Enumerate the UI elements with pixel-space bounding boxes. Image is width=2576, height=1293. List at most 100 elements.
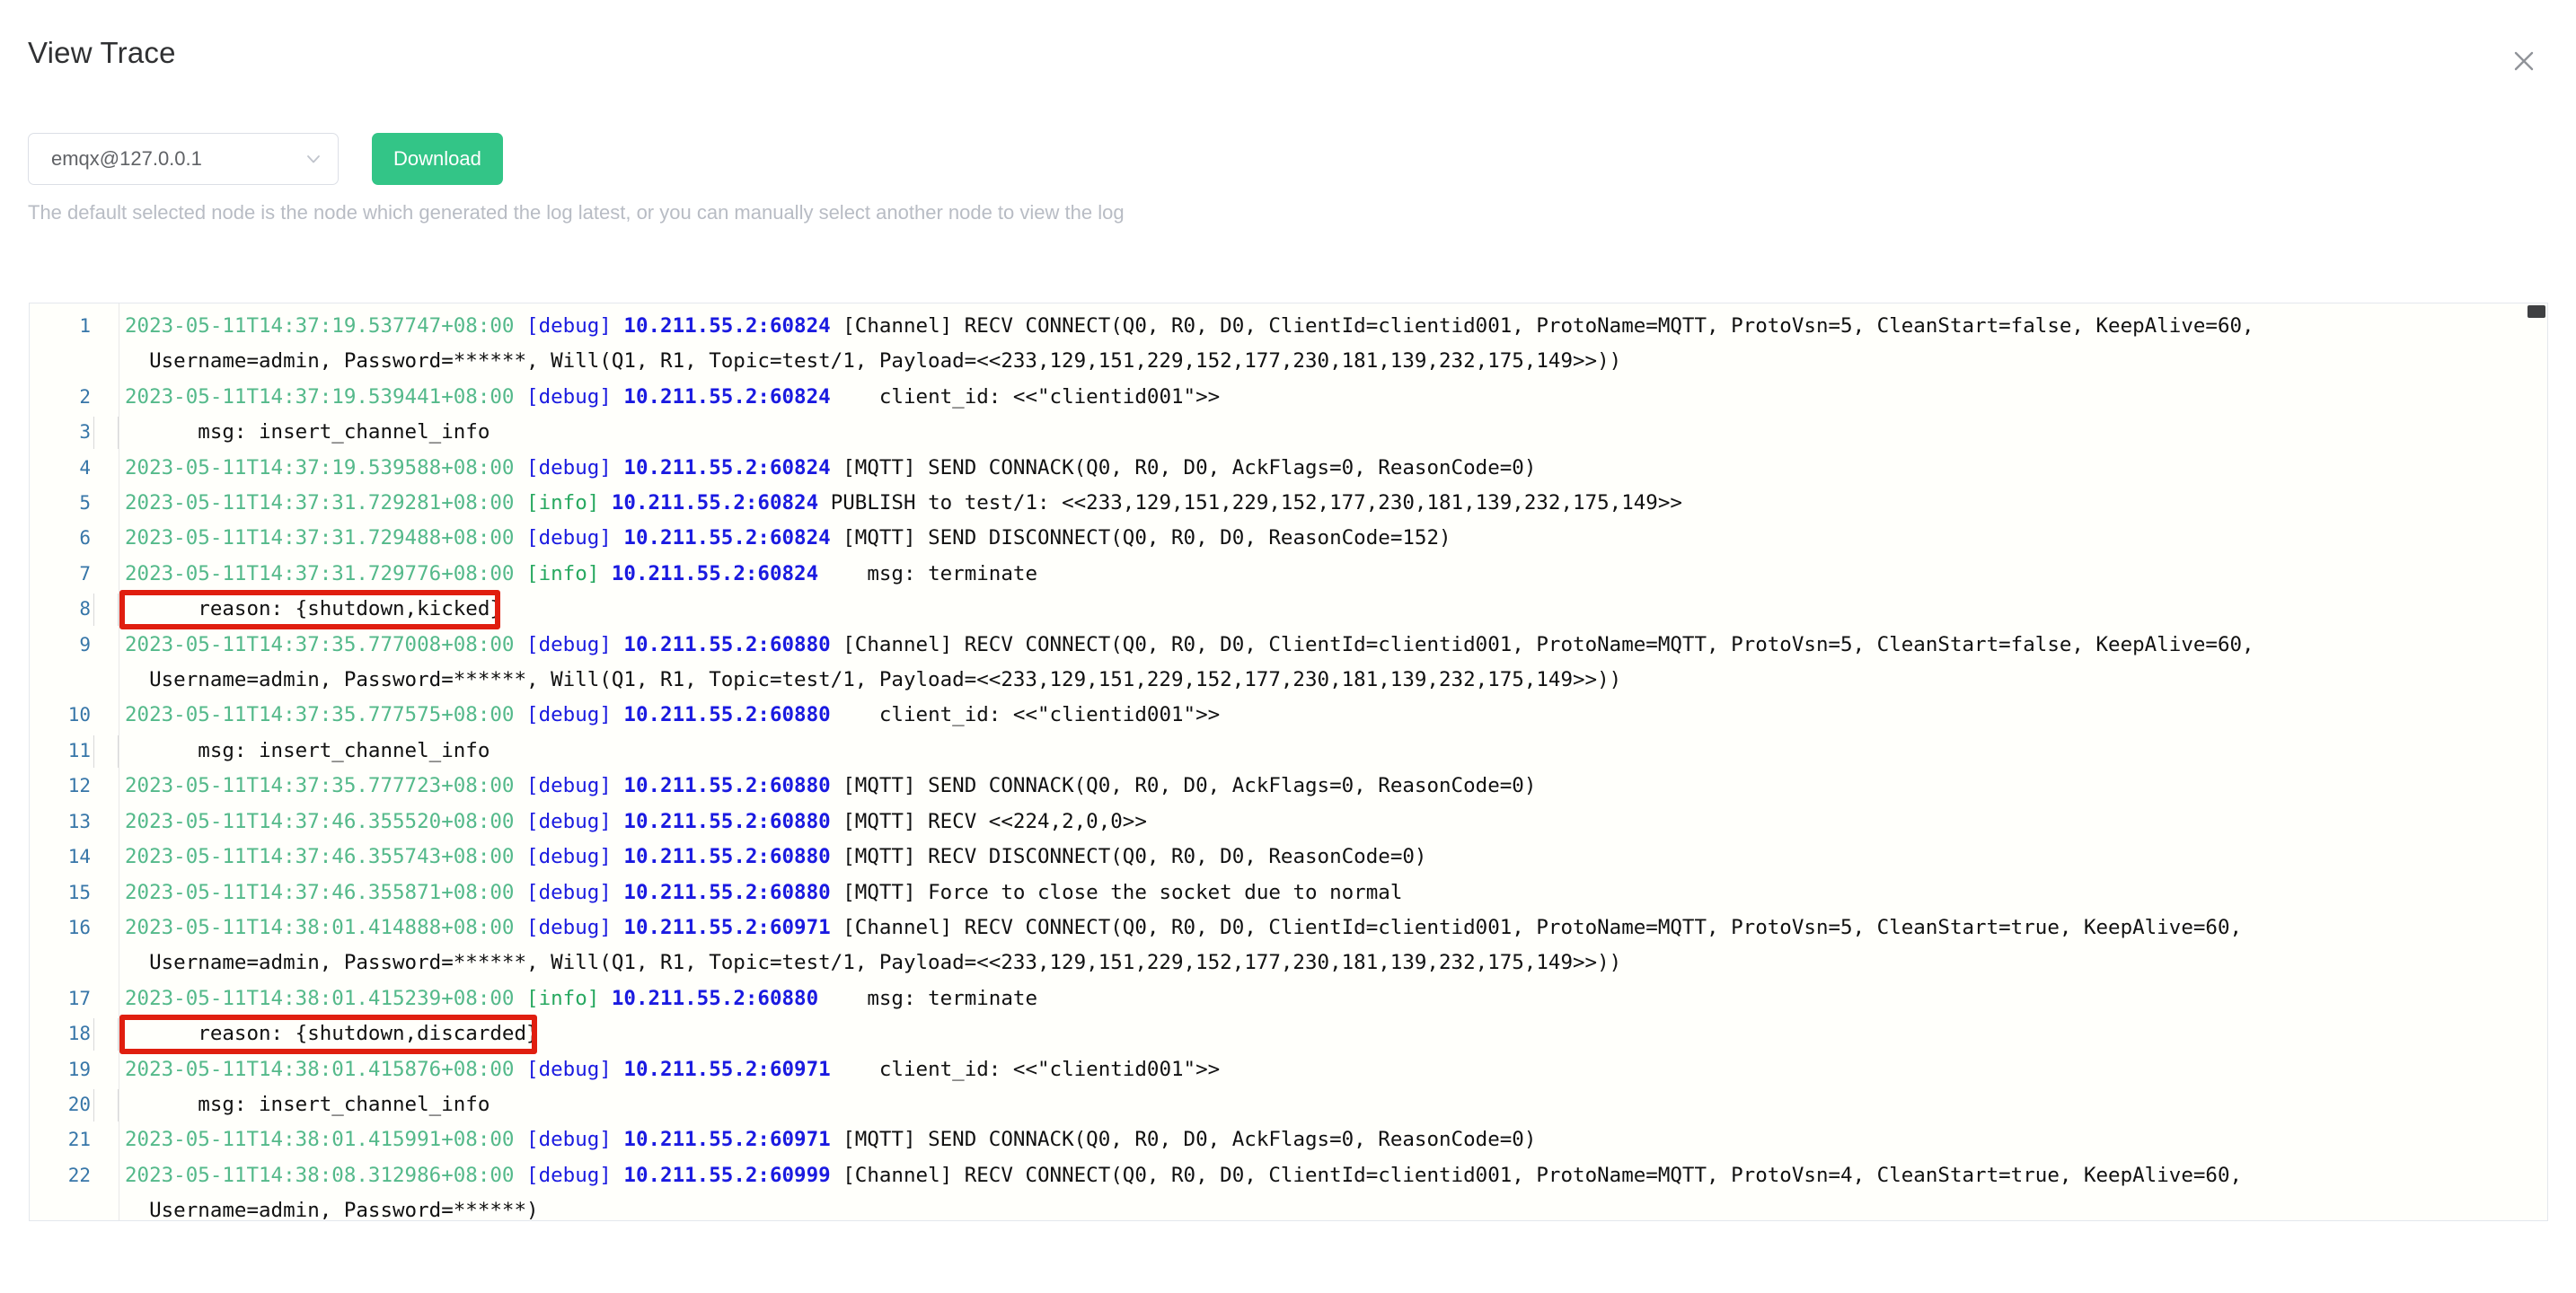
log-message: PUBLISH to test/1: <<233,129,151,229,152… [818,491,1682,515]
log-level-badge: [debug] [526,809,612,833]
log-line-content: msg: insert_channel_info [91,734,2547,769]
log-message: msg: terminate [818,986,1037,1010]
log-line-content: 2023-05-11T14:37:35.777575+08:00 [debug]… [91,698,2547,733]
log-line: 22 2023-05-11T14:38:08.312986+08:00 [debu… [30,1158,2547,1193]
log-line-number: 14 [67,846,91,868]
close-icon[interactable] [2506,43,2542,79]
download-button[interactable]: Download [372,133,503,185]
log-line-content: 2023-05-11T14:37:19.539441+08:00 [debug]… [91,380,2547,415]
indent-guides [91,1018,119,1051]
log-peer-address: 10.211.55.2:60824 [623,314,831,338]
dialog-header: View Trace [0,0,2576,106]
indent-guides [91,734,119,768]
log-line: 17 2023-05-11T14:38:01.415239+08:00 [info… [30,981,2547,1016]
log-line-text: reason: {shutdown,discarded} [125,1022,539,1046]
log-vertical-scrollbar-thumb[interactable] [2527,305,2545,318]
log-line-content: 2023-05-11T14:38:01.415239+08:00 [info] … [91,981,2547,1016]
trace-log-lines: 1 2023-05-11T14:37:19.537747+08:00 [debug… [30,303,2547,1220]
log-line-content: 2023-05-11T14:38:01.415991+08:00 [debug]… [91,1122,2547,1157]
log-timestamp: 2023-05-11T14:37:19.539441+08:00 [125,384,515,409]
log-peer-address: 10.211.55.2:60824 [611,561,819,585]
log-timestamp: 2023-05-11T14:37:31.729281+08:00 [125,491,515,515]
log-line-content: reason: {shutdown,discarded} [91,1016,2547,1051]
node-select[interactable]: emqx@127.0.0.1 [28,133,339,185]
log-message: [MQTT] Force to close the socket due to … [830,880,1403,904]
log-timestamp: 2023-05-11T14:37:35.777008+08:00 [125,632,515,656]
log-message: client_id: <<"clientid001">> [830,384,1221,409]
log-line-number: 20 [67,1093,91,1115]
log-line: 21 2023-05-11T14:38:01.415991+08:00 [debu… [30,1122,2547,1157]
log-level-badge: [info] [526,491,600,515]
log-message: client_id: <<"clientid001">> [830,1057,1221,1081]
log-line-text: msg: insert_channel_info [125,1092,490,1116]
log-line: 4 2023-05-11T14:37:19.539588+08:00 [debug… [30,451,2547,486]
log-horizontal-scrollbar[interactable] [30,1211,2547,1220]
log-line-wrapped: Username=admin, Password=******, Will(Q1… [30,946,2547,981]
log-line-number: 3 [79,421,91,444]
trace-log-viewer[interactable]: 1 2023-05-11T14:37:19.537747+08:00 [debug… [29,303,2548,1221]
log-peer-address: 10.211.55.2:60971 [623,1057,831,1081]
log-line-content: 2023-05-11T14:37:31.729776+08:00 [info] … [91,557,2547,592]
log-line-content: 2023-05-11T14:37:19.539588+08:00 [debug]… [91,451,2547,486]
log-peer-address: 10.211.55.2:60880 [623,774,831,798]
log-peer-address: 10.211.55.2:60880 [623,703,831,727]
log-line-content: 2023-05-11T14:38:08.312986+08:00 [debug]… [91,1158,2547,1193]
log-line-number: 19 [67,1058,91,1080]
log-line: 2 2023-05-11T14:37:19.539441+08:00 [debug… [30,380,2547,415]
log-timestamp: 2023-05-11T14:37:19.537747+08:00 [125,314,515,338]
indent-guides [91,594,119,627]
log-timestamp: 2023-05-11T14:38:01.415876+08:00 [125,1057,515,1081]
log-level-badge: [debug] [526,455,612,479]
log-timestamp: 2023-05-11T14:37:19.539588+08:00 [125,455,515,479]
log-message: [MQTT] RECV <<224,2,0,0>> [830,809,1147,833]
log-line-number: 6 [79,527,91,550]
log-line: 8 reason: {shutdown,kicked} [30,592,2547,627]
log-line: 11 msg: insert_channel_info [30,734,2547,769]
log-timestamp: 2023-05-11T14:37:31.729776+08:00 [125,561,515,585]
log-line: 5 2023-05-11T14:37:31.729281+08:00 [info]… [30,486,2547,521]
node-select-hint: The default selected node is the node wh… [28,201,1125,224]
log-peer-address: 10.211.55.2:60971 [623,915,831,939]
log-message-continuation: Username=admin, Password=******, Will(Q1… [125,349,1622,374]
log-line: 16 2023-05-11T14:38:01.414888+08:00 [debu… [30,910,2547,946]
log-line-content: reason: {shutdown,kicked} [91,592,2547,627]
page-title: View Trace [28,36,176,69]
log-level-badge: [debug] [526,526,612,550]
log-line-wrapped: Username=admin, Password=******, Will(Q1… [30,344,2547,379]
log-line-number: 1 [79,315,91,337]
log-message: [MQTT] SEND CONNACK(Q0, R0, D0, AckFlags… [830,455,1537,479]
log-timestamp: 2023-05-11T14:38:01.414888+08:00 [125,915,515,939]
log-line-content: 2023-05-11T14:37:19.537747+08:00 [debug]… [91,309,2547,344]
indent-guides [91,1088,119,1121]
log-line-content: 2023-05-11T14:37:46.355871+08:00 [debug]… [91,875,2547,910]
log-message: client_id: <<"clientid001">> [830,703,1221,727]
log-level-badge: [debug] [526,1163,612,1187]
log-level-badge: [debug] [526,314,612,338]
log-peer-address: 10.211.55.2:60880 [623,632,831,656]
log-line: 7 2023-05-11T14:37:31.729776+08:00 [info]… [30,557,2547,592]
log-line-content: 2023-05-11T14:37:31.729281+08:00 [info] … [91,486,2547,521]
log-vertical-scrollbar[interactable] [2526,303,2547,1220]
log-message-continuation: Username=admin, Password=******, Will(Q1… [125,668,1622,692]
log-level-badge: [debug] [526,845,612,869]
log-timestamp: 2023-05-11T14:37:46.355520+08:00 [125,809,515,833]
log-level-badge: [debug] [526,774,612,798]
trace-toolbar: emqx@127.0.0.1 Download The default sele… [0,133,2576,241]
log-timestamp: 2023-05-11T14:37:35.777575+08:00 [125,703,515,727]
log-timestamp: 2023-05-11T14:37:31.729488+08:00 [125,526,515,550]
log-line-number: 15 [67,881,91,903]
log-line-content: msg: insert_channel_info [91,415,2547,450]
log-level-badge: [debug] [526,1057,612,1081]
log-timestamp: 2023-05-11T14:37:35.777723+08:00 [125,774,515,798]
log-line-text: msg: insert_channel_info [125,738,490,762]
log-level-badge: [debug] [526,915,612,939]
log-message: [MQTT] SEND CONNACK(Q0, R0, D0, AckFlags… [830,774,1537,798]
log-line: 3 msg: insert_channel_info [30,415,2547,450]
log-level-badge: [debug] [526,632,612,656]
log-message: [Channel] RECV CONNECT(Q0, R0, D0, Clien… [830,632,2254,656]
log-line-wrapped: Username=admin, Password=******, Will(Q1… [30,663,2547,698]
log-peer-address: 10.211.55.2:60971 [623,1128,831,1152]
log-line-content: 2023-05-11T14:37:35.777723+08:00 [debug]… [91,769,2547,804]
log-level-badge: [info] [526,561,600,585]
log-level-badge: [debug] [526,880,612,904]
